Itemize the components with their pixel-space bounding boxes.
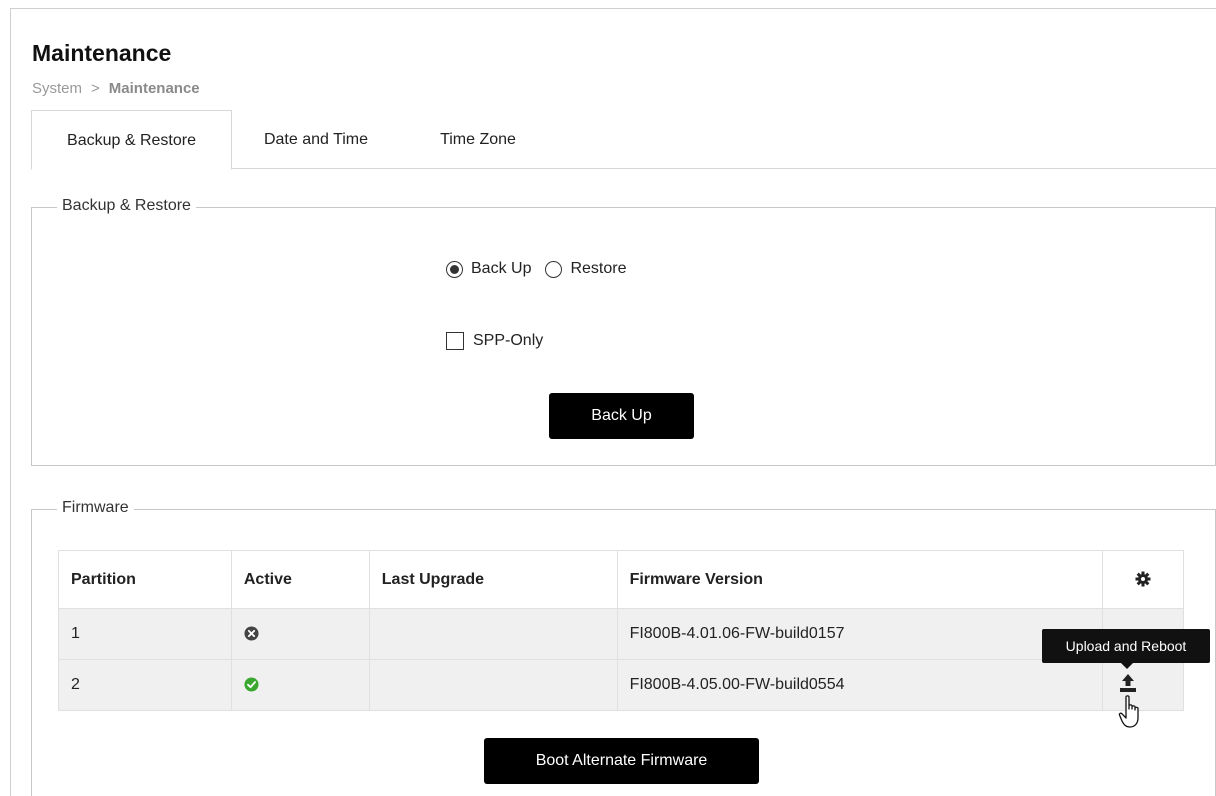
active-check-icon [244, 677, 259, 692]
tab-time-zone[interactable]: Time Zone [423, 110, 533, 169]
breadcrumb: System > Maintenance [32, 80, 200, 97]
column-header-actions[interactable] [1102, 550, 1184, 609]
radio-selected-dot [450, 264, 459, 274]
backup-restore-legend: Backup & Restore [57, 197, 196, 215]
boot-alternate-firmware-button[interactable]: Boot Alternate Firmware [484, 738, 759, 784]
column-header-active[interactable]: Active [230, 550, 370, 609]
backup-radio[interactable] [446, 260, 463, 278]
restore-radio[interactable] [545, 260, 563, 278]
table-row[interactable]: 1 FI800B-4.01.06-FW-build0157 [58, 608, 1184, 660]
spp-only-label[interactable]: SPP-Only [473, 332, 543, 350]
breadcrumb-parent[interactable]: System [32, 80, 82, 97]
cell-active [230, 608, 370, 660]
inactive-x-icon [244, 626, 259, 641]
backup-radio-label[interactable]: Back Up [471, 260, 531, 278]
breadcrumb-separator: > [91, 80, 100, 97]
cell-firmware-version: FI800B-4.01.06-FW-build0157 [616, 608, 1104, 660]
tab-date-and-time[interactable]: Date and Time [239, 110, 393, 169]
firmware-table: Partition Active Last Upgrade Firmware V… [58, 550, 1184, 711]
gear-icon[interactable] [1135, 571, 1151, 587]
cell-active [230, 659, 370, 711]
firmware-legend: Firmware [57, 499, 134, 517]
hand-cursor-icon [1118, 695, 1139, 728]
spp-only-option: SPP-Only [446, 332, 543, 350]
column-header-partition[interactable]: Partition [58, 550, 232, 609]
mode-radio-group: Back Up Restore [446, 260, 641, 278]
upload-reboot-tooltip: Upload and Reboot [1042, 629, 1210, 669]
restore-radio-label[interactable]: Restore [570, 260, 626, 278]
tab-backup-restore[interactable]: Backup & Restore [31, 110, 232, 170]
tab-bar: Backup & Restore Date and Time Time Zone [31, 110, 1216, 170]
cell-last-upgrade [368, 659, 618, 711]
upload-icon[interactable] [1117, 672, 1139, 694]
backup-restore-section: Backup & Restore Back Up Restore SPP-Onl… [31, 197, 1216, 466]
breadcrumb-current: Maintenance [108, 80, 200, 97]
firmware-section: Firmware Partition Active Last Upgrade F… [31, 499, 1216, 796]
cell-firmware-version: FI800B-4.05.00-FW-build0554 [616, 659, 1104, 711]
table-row[interactable]: 2 FI800B-4.05.00-FW-build0554 [58, 659, 1184, 711]
table-header-row: Partition Active Last Upgrade Firmware V… [58, 550, 1184, 609]
page-title: Maintenance [32, 40, 172, 66]
spp-only-checkbox[interactable] [446, 332, 464, 350]
cell-partition: 1 [58, 608, 232, 660]
backup-button[interactable]: Back Up [549, 393, 694, 439]
cell-last-upgrade [368, 608, 618, 660]
column-header-last-upgrade[interactable]: Last Upgrade [368, 550, 618, 609]
column-header-firmware-version[interactable]: Firmware Version [616, 550, 1104, 609]
cell-partition: 2 [58, 659, 232, 711]
